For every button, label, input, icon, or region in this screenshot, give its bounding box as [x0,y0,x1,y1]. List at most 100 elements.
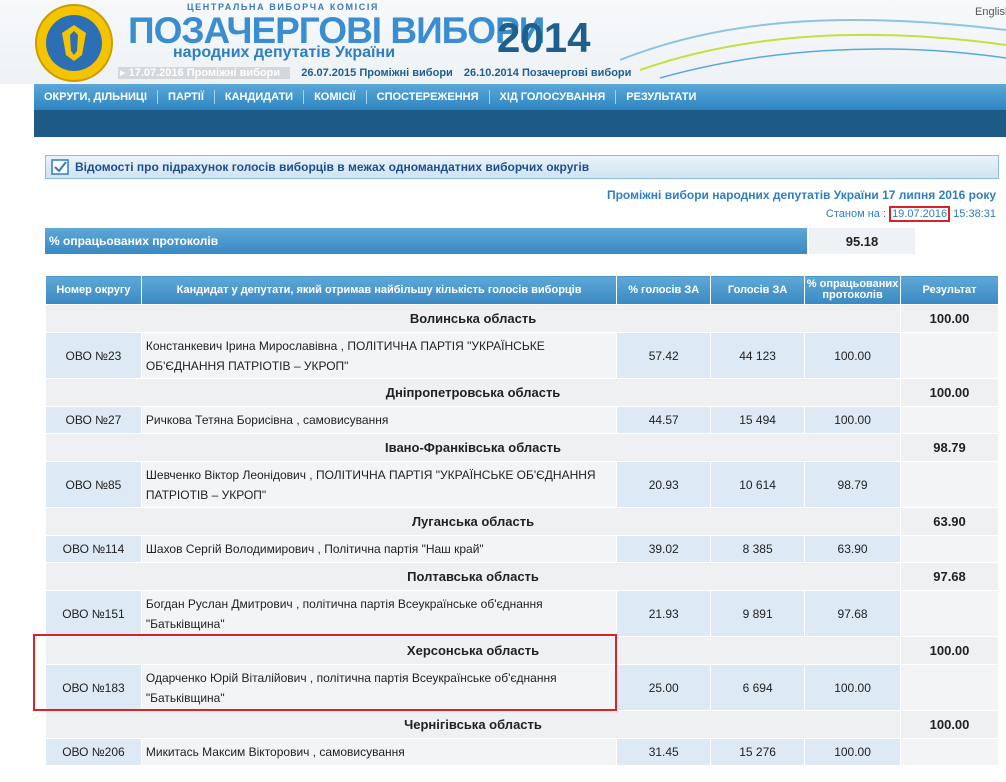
table-row: ОВО №27 Ричкова Тетяна Борисівна , самов… [45,406,999,434]
pct-votes: 20.93 [616,461,712,508]
nav-districts[interactable]: ОКРУГИ, ДІЛЬНИЦІ [34,90,159,104]
okrug-link[interactable]: ОВО №27 [45,406,142,434]
table-row: ОВО №23 Констанкевич Ірина Мирославівна … [45,332,999,379]
region-result: 63.90 [900,507,999,536]
processed-pct: 98.79 [804,461,902,508]
table-row: ОВО №114 Шахов Сергій Володимирович , По… [45,535,999,563]
region-name: Полтавська область [44,562,902,591]
pct-votes: 39.02 [616,535,712,563]
region-name: Херсонська область [44,636,902,665]
processed-pct: 100.00 [804,664,902,711]
region-row: Волинська область 100.00 [44,304,999,333]
section-header: Відомості про підрахунок голосів виборці… [45,155,999,179]
processed-label: % опрацьованих протоколів [45,228,807,254]
result-cell [900,535,999,563]
col-processed[interactable]: % опрацьованих протоколів [804,275,902,305]
okrug-link[interactable]: ОВО №114 [45,535,142,563]
nav-results[interactable]: РЕЗУЛЬТАТИ [616,90,706,104]
processed-value: 95.18 [809,228,915,254]
election-link-2016-label: 17.07.2016 Проміжні вибори [128,67,281,79]
region-row: Івано-Франківська область 98.79 [44,433,999,462]
col-votes[interactable]: Голосів ЗА [710,275,806,305]
section-title: Відомості про підрахунок голосів виборці… [75,160,590,174]
pct-votes: 31.45 [616,738,712,766]
table-row: ОВО №85 Шевченко Віктор Леонідович , ПОЛ… [45,461,999,508]
status-timestamp: Станом на : 19.07.2016 15:38:31 [825,206,996,222]
region-result: 100.00 [900,304,999,333]
candidate-name: Микитась Максим Вікторович , самовисуван… [140,738,618,766]
page-subtitle: народних депутатів України [173,44,396,61]
election-links: ▸ 17.07.2016 Проміжні вибори 26.07.2015 … [118,66,639,79]
table-row: ОВО №183 Одарченко Юрій Віталійович , по… [45,664,999,711]
candidate-name: Шахов Сергій Володимирович , Політична п… [140,535,618,563]
region-name: Чернігівська область [44,710,902,739]
processed-pct: 63.90 [804,535,902,563]
okrug-link[interactable]: ОВО №23 [45,332,142,379]
checkbox-icon [51,159,69,175]
candidate-name: Ричкова Тетяна Борисівна , самовисування [140,406,618,434]
region-result: 100.00 [900,378,999,407]
pct-votes: 57.42 [616,332,712,379]
table-header-row: Номер округу Кандидат у депутати, який о… [45,275,999,305]
candidate-name: Одарченко Юрій Віталійович , політична п… [140,664,618,711]
nav-observation[interactable]: СПОСТЕРЕЖЕННЯ [367,90,490,104]
election-year: 2014 [497,14,591,61]
nav-candidates[interactable]: КАНДИДАТИ [215,90,305,104]
region-result: 98.79 [900,433,999,462]
main-nav: ОКРУГИ, ДІЛЬНИЦІ ПАРТІЇ КАНДИДАТИ КОМІСІ… [34,84,1006,110]
site-header: ЦЕНТРАЛЬНА ВИБОРЧА КОМІСІЯ ПОЗАЧЕРГОВІ В… [0,0,1006,84]
election-link-2014[interactable]: 26.10.2014 Позачергові вибори [464,67,632,79]
okrug-link[interactable]: ОВО №85 [45,461,142,508]
candidate-name: Богдан Руслан Дмитрович , політична парт… [140,590,618,637]
votes: 10 614 [710,461,806,508]
votes: 15 276 [710,738,806,766]
nav-voting-progress[interactable]: ХІД ГОЛОСУВАННЯ [490,90,617,104]
processed-pct: 97.68 [804,590,902,637]
votes: 9 891 [710,590,806,637]
result-cell [900,406,999,434]
processed-summary: % опрацьованих протоколів 95.18 [45,228,915,254]
election-name: Проміжні вибори народних депутатів Украї… [606,188,996,202]
processed-pct: 100.00 [804,406,902,434]
decorative-swoosh-icon [620,19,1006,79]
election-link-2016[interactable]: ▸ 17.07.2016 Проміжні вибори [118,67,291,79]
region-result: 97.68 [900,562,999,591]
region-row: Луганська область 63.90 [44,507,999,536]
pct-votes: 25.00 [616,664,712,711]
candidate-name: Констанкевич Ірина Мирославівна , ПОЛІТИ… [140,332,618,379]
result-cell [900,332,999,379]
result-cell [900,738,999,766]
english-link[interactable]: English [975,6,1006,18]
table-row: ОВО №151 Богдан Руслан Дмитрович , політ… [45,590,999,637]
pct-votes: 21.93 [616,590,712,637]
votes: 15 494 [710,406,806,434]
votes: 8 385 [710,535,806,563]
sub-nav-bar [34,110,1006,137]
col-result[interactable]: Результат [900,275,999,305]
status-prefix: Станом на : [825,208,890,220]
region-result: 100.00 [900,710,999,739]
region-name: Луганська область [44,507,902,536]
col-pct-votes[interactable]: % голосів ЗА [616,275,712,305]
processed-pct: 100.00 [804,738,902,766]
processed-pct: 100.00 [804,332,902,379]
okrug-link[interactable]: ОВО №183 [45,664,142,711]
cvk-emblem-icon[interactable] [34,3,114,83]
region-result: 100.00 [900,636,999,665]
okrug-link[interactable]: ОВО №151 [45,590,142,637]
region-row: Полтавська область 97.68 [44,562,999,591]
col-candidate[interactable]: Кандидат у депутати, який отримав найбіл… [140,275,618,305]
region-row: Чернігівська область 100.00 [44,710,999,739]
region-name: Волинська область [44,304,902,333]
pct-votes: 44.57 [616,406,712,434]
nav-parties[interactable]: ПАРТІЇ [158,90,215,104]
okrug-link[interactable]: ОВО №206 [45,738,142,766]
region-row: Херсонська область 100.00 [44,636,999,665]
table-row: ОВО №206 Микитась Максим Вікторович , са… [45,738,999,766]
result-cell [900,590,999,637]
election-link-2015[interactable]: 26.07.2015 Проміжні вибори [301,67,453,79]
results-table: Номер округу Кандидат у депутати, який о… [44,275,999,766]
status-date: 19.07.2016 [889,206,951,222]
col-okrug[interactable]: Номер округу [45,275,142,305]
nav-commissions[interactable]: КОМІСІЇ [304,90,367,104]
